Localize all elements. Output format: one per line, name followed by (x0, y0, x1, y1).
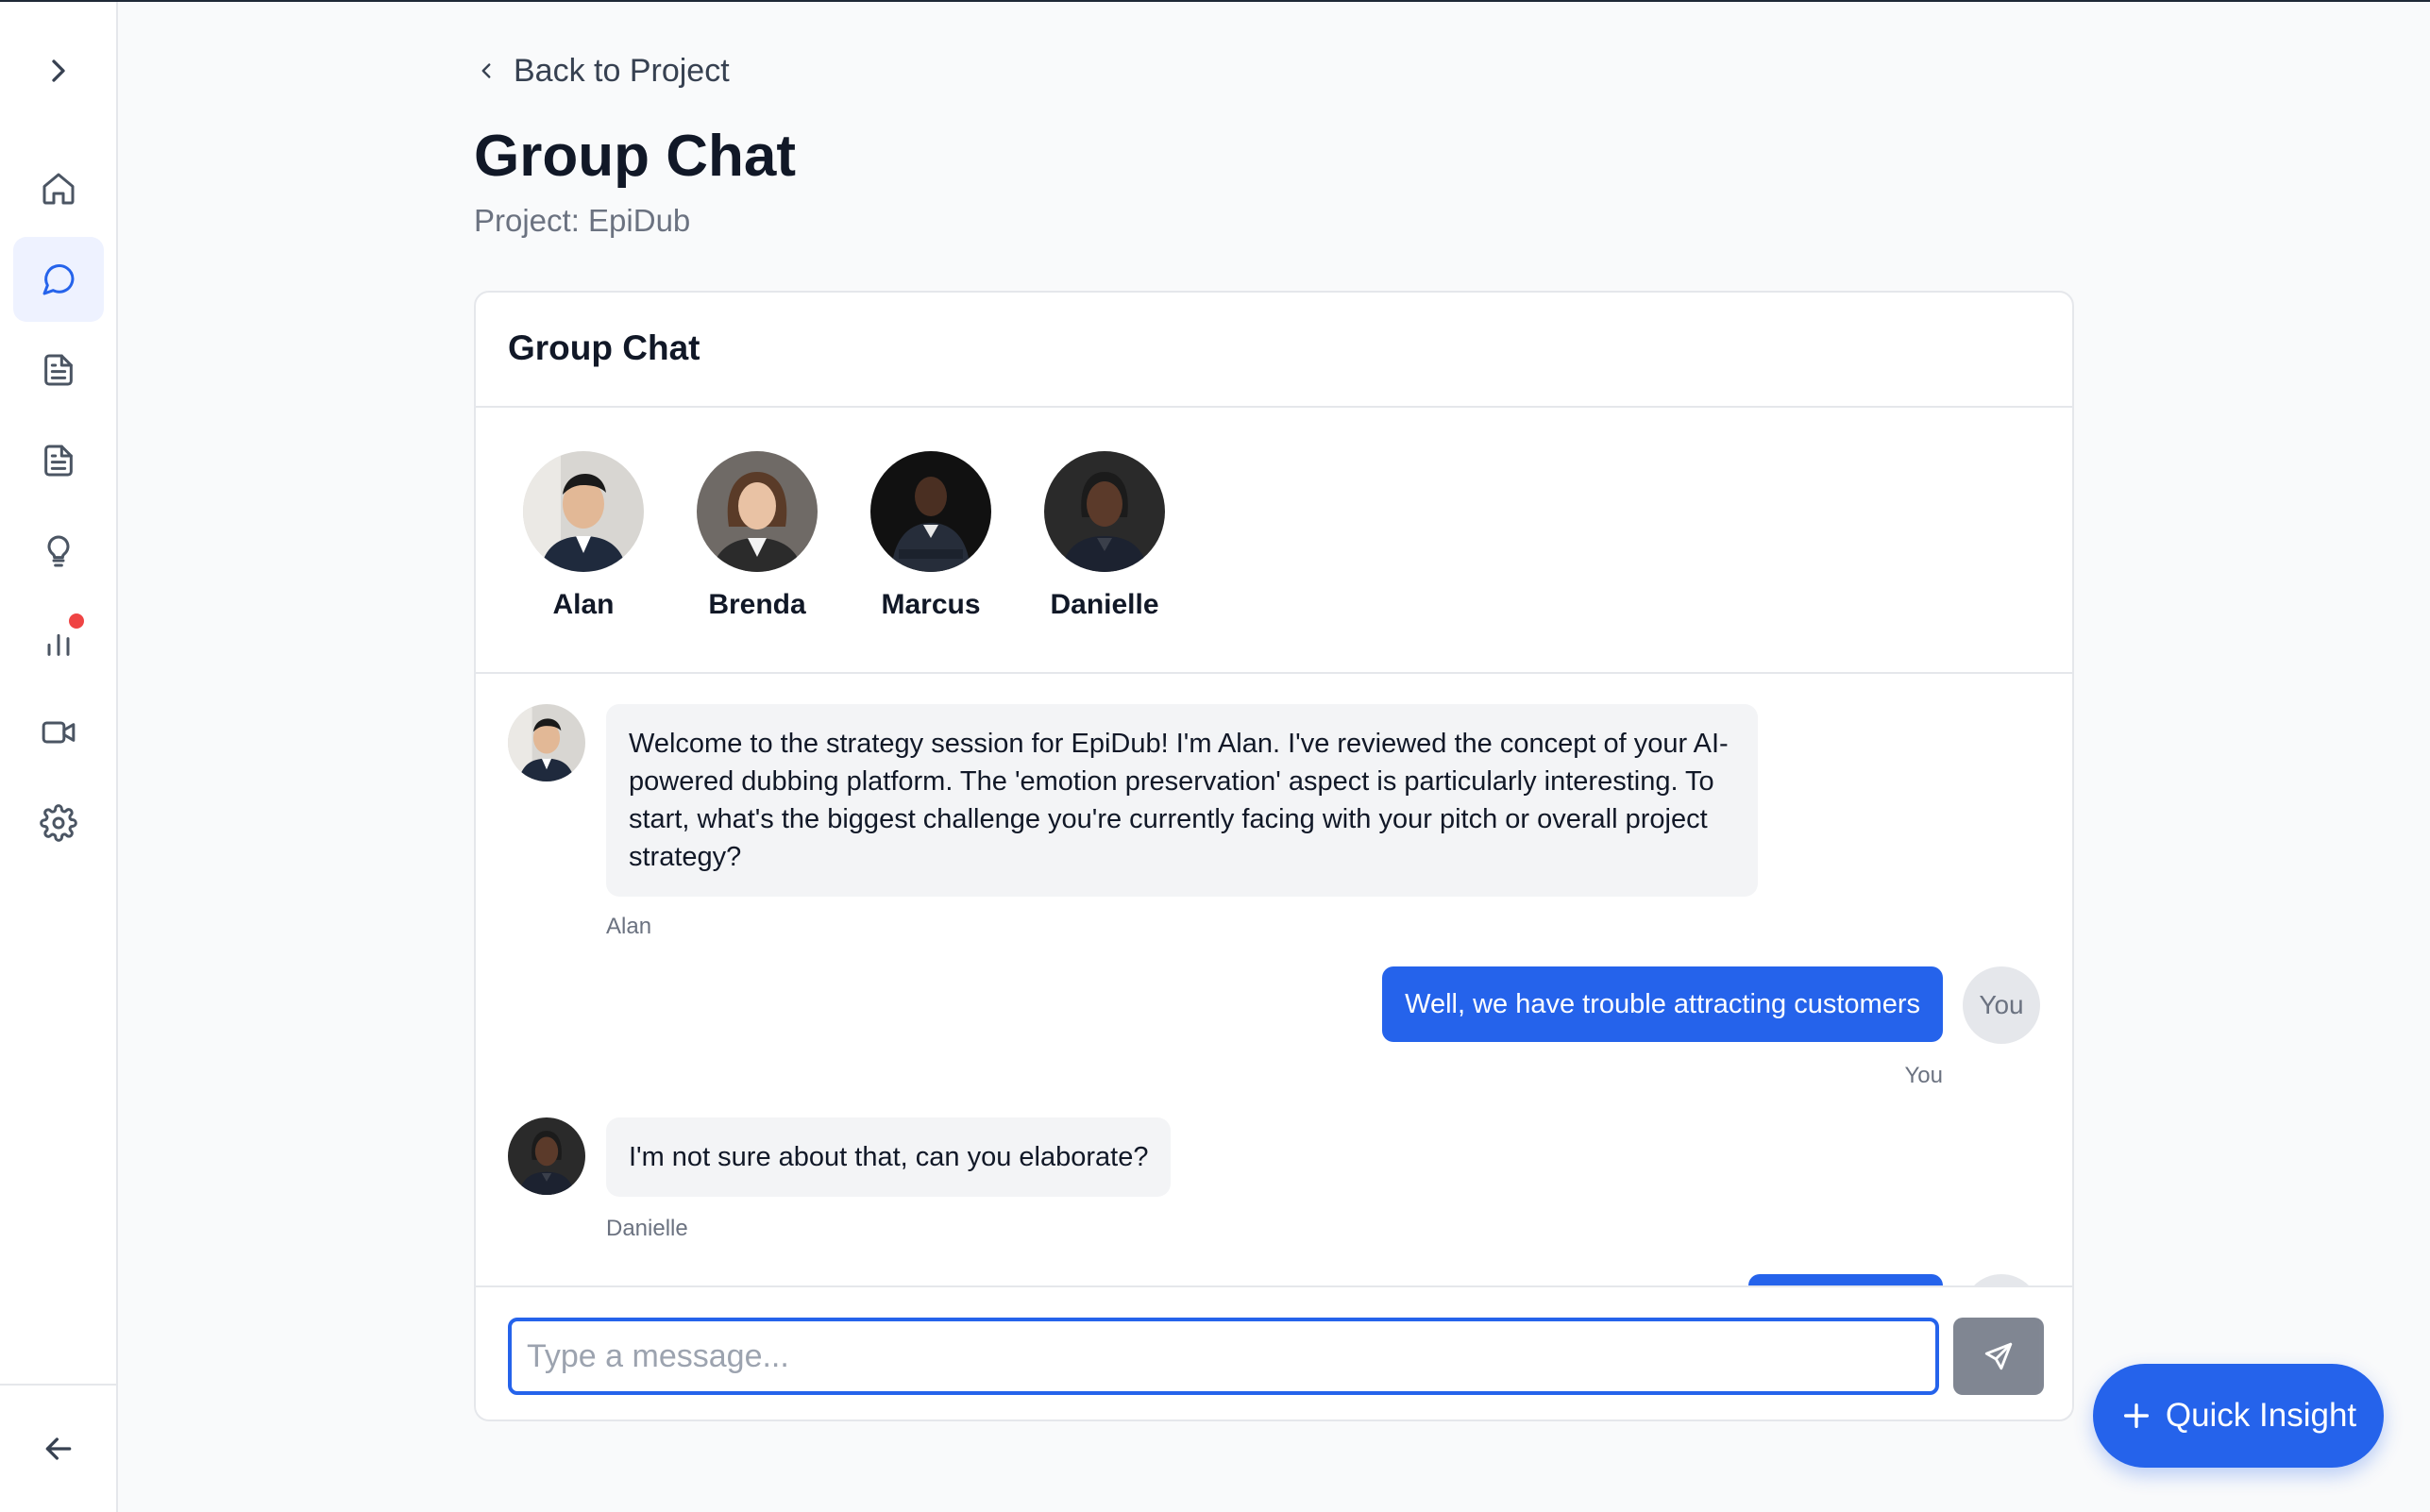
sidebar-item-insights[interactable] (13, 509, 104, 594)
member-name: Marcus (881, 589, 981, 620)
message-input[interactable] (508, 1318, 1939, 1395)
avatar (523, 451, 644, 572)
document-icon (44, 445, 73, 477)
video-camera-icon (42, 721, 76, 744)
member-marcus[interactable]: Marcus (865, 451, 997, 621)
members-row: Alan Brenda Marcus Danielle (476, 408, 2072, 674)
avatar (1963, 1274, 2040, 1285)
member-brenda[interactable]: Brenda (691, 451, 823, 621)
sidebar-item-chat[interactable] (13, 237, 104, 322)
avatar (697, 451, 818, 572)
message-bubble: Welcome to the strategy session for EpiD… (606, 704, 1758, 897)
composer (476, 1285, 2072, 1420)
message-bubble: I'm not sure about that, can you elabora… (606, 1117, 1172, 1197)
sidebar-item-analytics[interactable] (13, 599, 104, 684)
expand-sidebar-button[interactable] (13, 28, 104, 113)
avatar (870, 451, 991, 572)
avatar (1044, 451, 1165, 572)
message-sender: You (1904, 1063, 1944, 1088)
chevron-right-icon (52, 59, 65, 82)
member-name: Brenda (708, 589, 806, 620)
member-name: Danielle (1050, 589, 1159, 620)
lightbulb-icon (47, 535, 70, 567)
chat-card: Group Chat Alan Brenda Marcus Danielle W… (474, 291, 2074, 1421)
message-sender: Danielle (606, 1216, 688, 1241)
chat-card-title: Group Chat (508, 328, 700, 367)
message-list: Welcome to the strategy session for EpiD… (476, 674, 2072, 1285)
avatar (508, 1117, 585, 1195)
chevron-left-icon (481, 63, 491, 78)
gear-icon (40, 804, 77, 842)
sidebar (0, 2, 118, 1512)
notification-badge (66, 611, 87, 631)
sidebar-divider (0, 1384, 116, 1386)
plus-icon (2123, 1403, 2149, 1429)
message-bubble: Well, we have trouble attracting custome… (1382, 966, 1943, 1042)
sidebar-item-video[interactable] (13, 690, 104, 775)
member-name: Alan (552, 589, 615, 620)
member-danielle[interactable]: Danielle (1038, 451, 1171, 621)
message-bubble (1748, 1274, 1943, 1285)
avatar: You (1963, 966, 2040, 1044)
home-icon (42, 173, 75, 205)
collapse-sidebar-button[interactable] (13, 1406, 104, 1491)
sidebar-item-settings[interactable] (13, 781, 104, 865)
quick-insight-button[interactable]: Quick Insight (2093, 1364, 2384, 1468)
sidebar-item-home[interactable] (13, 146, 104, 231)
back-to-project-link[interactable]: Back to Project (474, 49, 730, 92)
send-icon (1984, 1342, 2013, 1370)
send-button[interactable] (1953, 1318, 2044, 1395)
back-link-label: Back to Project (514, 52, 730, 89)
page-title: Group Chat (474, 124, 796, 189)
chat-bubble-icon (42, 264, 75, 295)
document-icon (44, 354, 73, 386)
project-subtitle: Project: EpiDub (474, 203, 691, 238)
sidebar-item-documents[interactable] (13, 328, 104, 412)
avatar (508, 704, 585, 781)
message-sender: Alan (606, 914, 652, 939)
quick-insight-label: Quick Insight (2165, 1397, 2357, 1434)
member-alan[interactable]: Alan (517, 451, 650, 621)
arrow-left-icon (45, 1437, 72, 1460)
chat-card-header: Group Chat (476, 293, 2072, 408)
sidebar-item-reports[interactable] (13, 418, 104, 503)
